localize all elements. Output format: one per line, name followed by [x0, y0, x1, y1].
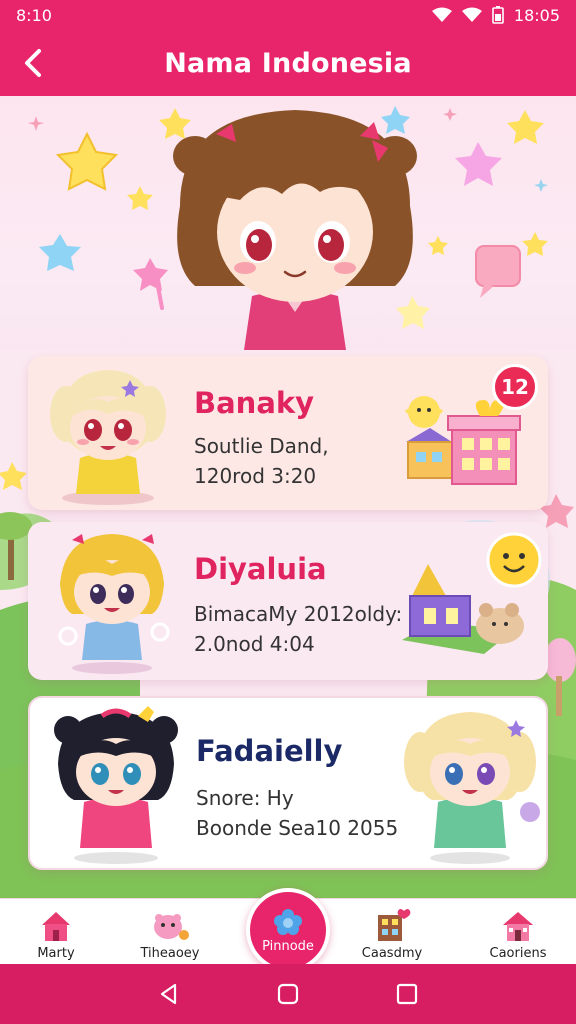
- flower-icon: [274, 908, 302, 935]
- signal-icon: [461, 7, 482, 22]
- system-nav-bar: [0, 964, 576, 1024]
- wifi-icon: [431, 7, 452, 22]
- star-icon: [55, 131, 119, 191]
- house-icon: [42, 912, 70, 941]
- hero-character: [173, 110, 417, 350]
- card-2-avatar: [58, 534, 170, 674]
- shop-icon: [378, 909, 411, 941]
- hero-illustration: [28, 106, 548, 350]
- chat-bubble-icon: [475, 245, 521, 298]
- card-3-line-2: Boonde Sea10 2055: [196, 816, 399, 840]
- nav-item-pinnode[interactable]: Pinnode: [246, 888, 330, 972]
- card-3-title: Fadaielly: [196, 734, 343, 768]
- home-square-icon: [277, 983, 299, 1005]
- card-1-title: Banaky: [194, 386, 315, 420]
- character-card-1[interactable]: Banaky Soutlie Dand, 120rod 3:20 12: [28, 356, 548, 510]
- status-time-left: 8:10: [16, 5, 52, 25]
- card-3-companion-avatar: [404, 712, 540, 864]
- card-1-avatar: [50, 370, 166, 505]
- system-recents-button[interactable]: [387, 974, 427, 1014]
- nav-label-caoriens: Caoriens: [489, 946, 547, 961]
- nav-label-tiheaoey: Tiheaoey: [140, 946, 200, 961]
- card-3-line-1: Snore: Hy: [196, 786, 294, 810]
- nav-label-caasdmy: Caasdmy: [361, 946, 423, 961]
- page-title: Nama Indonesia: [164, 47, 412, 79]
- pig-icon: [154, 914, 189, 940]
- system-home-button[interactable]: [268, 974, 308, 1014]
- nav-item-caasdmy[interactable]: Caasdmy: [342, 899, 442, 965]
- notification-badge: 12: [492, 364, 538, 410]
- status-icons: 18:05: [431, 5, 560, 25]
- triangle-back-icon: [161, 983, 177, 1005]
- character-card-2[interactable]: Diyaluia BimacaMy 2012oldy: 2.0nod 4:04: [28, 522, 548, 680]
- cottage-icon: [503, 912, 533, 941]
- hero-banner: [0, 96, 576, 350]
- status-time-right: 18:05: [513, 5, 560, 25]
- card-2-line-1: BimacaMy 2012oldy:: [194, 602, 403, 626]
- app-header: Nama Indonesia: [0, 30, 576, 96]
- nav-label-pinnode: Pinnode: [262, 938, 314, 954]
- nav-item-caoriens[interactable]: Caoriens: [468, 899, 568, 965]
- card-1-line-2: 120rod 3:20: [194, 464, 317, 488]
- card-1-line-1: Soutlie Dand,: [194, 434, 329, 458]
- nav-label-marty: Marty: [37, 946, 75, 961]
- character-card-3[interactable]: Fadaielly Snore: Hy Boonde Sea10 2055: [28, 696, 548, 870]
- battery-icon: [492, 6, 504, 24]
- chevron-left-icon: [25, 49, 41, 77]
- system-back-button[interactable]: [149, 974, 189, 1014]
- recents-square-icon: [396, 983, 417, 1005]
- playhouse-icon: [402, 532, 542, 654]
- back-button[interactable]: [14, 44, 52, 82]
- nav-item-marty[interactable]: Marty: [6, 899, 106, 965]
- card-3-avatar: [54, 706, 178, 864]
- nav-item-tiheaoey[interactable]: Tiheaoey: [120, 899, 220, 965]
- status-bar: 8:10 18:05: [0, 0, 576, 30]
- card-2-title: Diyaluia: [194, 552, 327, 586]
- card-2-line-2: 2.0nod 4:04: [194, 632, 315, 656]
